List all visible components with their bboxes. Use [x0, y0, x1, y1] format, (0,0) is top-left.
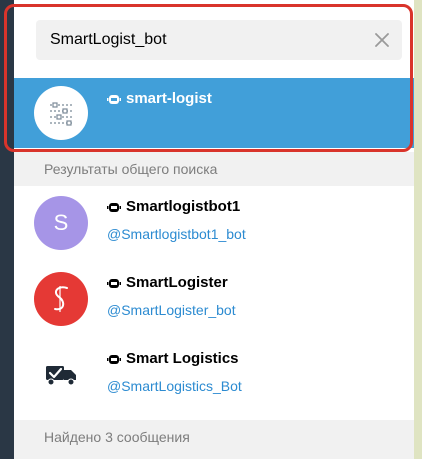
avatar: S — [34, 196, 88, 250]
avatar-letter: S — [53, 210, 69, 235]
section-header-label: Найдено 3 сообщения — [44, 429, 190, 445]
search-panel: SmartLogist_bot smart-logist Результаты … — [14, 0, 414, 459]
avatar — [34, 272, 88, 326]
result-username: @Smartlogistbot1_bot — [107, 226, 246, 242]
delivery-truck-icon — [46, 366, 76, 386]
list-item[interactable]: S Smartlogistbot1 @Smartlogistbot1_bot — [14, 186, 414, 262]
chat-list-edge — [0, 0, 14, 459]
bot-icon — [107, 202, 121, 212]
close-icon[interactable] — [372, 30, 392, 50]
result-title-row: smart-logist — [106, 90, 212, 107]
search-input-value[interactable]: SmartLogist_bot — [50, 31, 167, 49]
avatar — [34, 86, 88, 140]
result-title-row: SmartLogister — [106, 274, 228, 291]
result-title: smart-logist — [126, 90, 212, 107]
section-header-label: Результаты общего поиска — [44, 161, 218, 177]
section-header-found-messages: Найдено 3 сообщения — [14, 420, 414, 459]
result-title: Smartlogistbot1 — [126, 198, 241, 215]
result-title: Smart Logistics — [126, 350, 239, 367]
list-item[interactable]: SmartLogister @SmartLogister_bot — [14, 262, 414, 338]
bot-icon — [107, 354, 121, 364]
top-result-smart-logist[interactable]: smart-logist — [14, 78, 414, 148]
bot-icon — [107, 94, 121, 104]
bot-icon — [107, 278, 121, 288]
avatar — [34, 348, 88, 402]
search-area: SmartLogist_bot — [14, 0, 414, 78]
result-title-row: Smart Logistics — [106, 350, 239, 367]
letter-s-logo-icon — [54, 286, 68, 312]
result-title-row: Smartlogistbot1 — [106, 198, 240, 215]
search-input[interactable]: SmartLogist_bot — [36, 20, 402, 60]
result-title: SmartLogister — [126, 274, 228, 291]
section-header-global-search: Результаты общего поиска — [14, 152, 414, 186]
settings-sliders-icon — [50, 102, 72, 126]
result-username: @SmartLogister_bot — [107, 302, 236, 318]
chat-background-edge — [414, 0, 422, 459]
list-item[interactable]: Smart Logistics @SmartLogistics_Bot — [14, 338, 414, 414]
result-username: @SmartLogistics_Bot — [107, 378, 242, 394]
